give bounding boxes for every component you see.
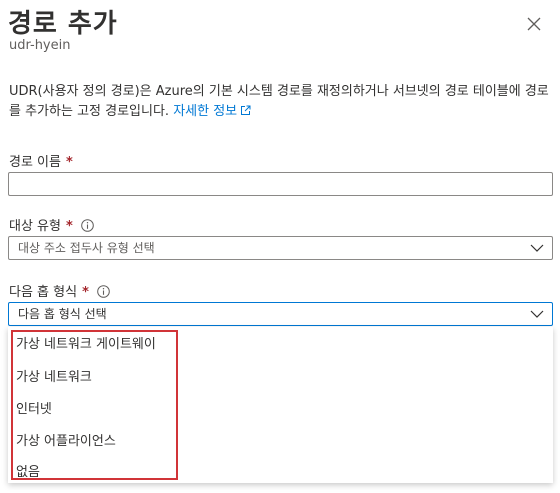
panel-title: 경로 추가 xyxy=(8,9,118,39)
route-name-input[interactable] xyxy=(8,172,553,196)
next-hop-type-label: 다음 홉 형식 * xyxy=(9,281,110,300)
next-hop-type-label-text: 다음 홉 형식 xyxy=(9,285,78,300)
required-mark: * xyxy=(65,155,73,170)
option-virtual-network-gateway[interactable]: 가상 네트워크 게이트웨이 xyxy=(16,333,156,352)
required-mark: * xyxy=(82,285,89,300)
external-link-icon xyxy=(241,105,251,115)
next-hop-type-select[interactable]: 다음 홉 형식 선택 xyxy=(8,302,553,326)
panel-description: UDR(사용자 정의 경로)은 Azure의 기본 시스템 경로를 재정의하거나… xyxy=(9,82,553,122)
required-mark: * xyxy=(65,219,73,234)
chevron-down-icon xyxy=(530,244,544,252)
route-name-label: 경로 이름 * xyxy=(9,151,73,170)
chevron-down-icon xyxy=(530,310,544,318)
route-name-label-text: 경로 이름 xyxy=(9,155,61,170)
close-button[interactable] xyxy=(522,12,546,36)
learn-more-link[interactable]: 자세한 정보 xyxy=(173,104,251,119)
description-text: UDR(사용자 정의 경로)은 Azure의 기본 시스템 경로를 재정의하거나… xyxy=(9,84,549,119)
destination-type-select[interactable]: 대상 주소 접두사 유형 선택 xyxy=(8,236,553,260)
destination-type-label-text: 대상 유형 xyxy=(9,219,61,234)
option-none[interactable]: 없음 xyxy=(16,461,40,480)
info-icon[interactable] xyxy=(80,219,94,232)
info-icon[interactable] xyxy=(97,285,110,298)
panel-subtitle: udr-hyein xyxy=(9,38,71,53)
destination-type-value: 대상 주소 접두사 유형 선택 xyxy=(18,241,155,255)
close-icon xyxy=(527,17,541,31)
learn-more-label: 자세한 정보 xyxy=(173,104,238,119)
destination-type-label: 대상 유형 * xyxy=(9,215,94,234)
option-virtual-appliance[interactable]: 가상 어플라이언스 xyxy=(16,430,116,449)
next-hop-type-dropdown: 가상 네트워크 게이트웨이 가상 네트워크 인터넷 가상 어플라이언스 없음 xyxy=(8,327,553,483)
option-internet[interactable]: 인터넷 xyxy=(16,398,52,417)
next-hop-type-value: 다음 홉 형식 선택 xyxy=(18,307,107,321)
option-virtual-network[interactable]: 가상 네트워크 xyxy=(16,366,92,385)
